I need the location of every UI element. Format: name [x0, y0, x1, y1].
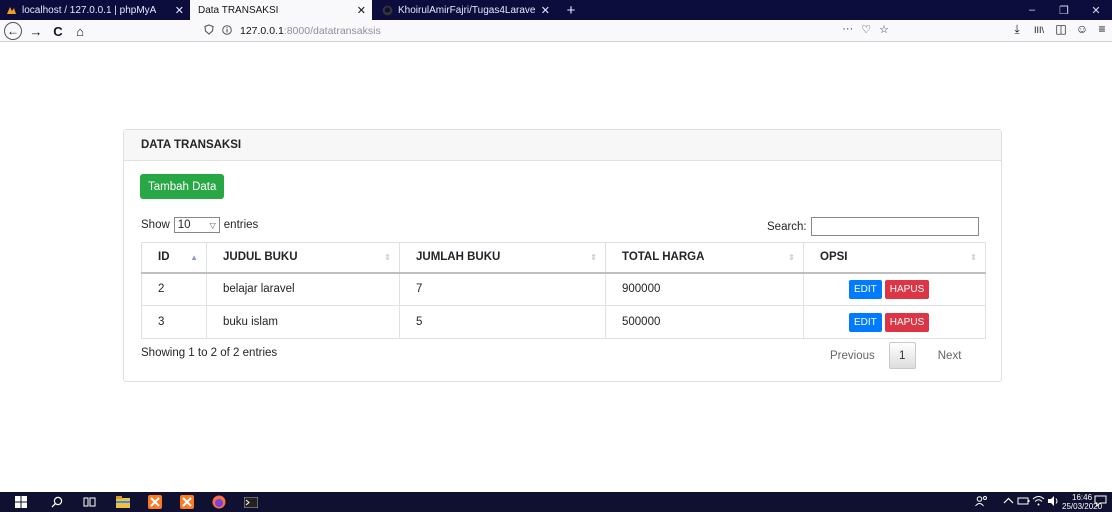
cell-judul-buku: belajar laravel: [206, 272, 400, 306]
library-icon[interactable]: III\: [1031, 25, 1047, 35]
cell-total-harga: 900000: [605, 272, 804, 306]
sidebar-icon[interactable]: ◫: [1053, 22, 1069, 36]
search-label: Search:: [767, 220, 807, 233]
task-view-icon[interactable]: [82, 495, 96, 509]
firefox-icon[interactable]: [212, 495, 226, 509]
cell-id: 3: [141, 305, 207, 339]
github-icon: [382, 5, 393, 16]
new-tab-button[interactable]: +: [560, 0, 582, 20]
previous-page-button[interactable]: Previous: [830, 350, 875, 362]
url-path: :8000/datatransaksis: [283, 25, 381, 37]
tab-data-transaksi[interactable]: Data TRANSAKSI ✕: [190, 0, 372, 20]
edit-button[interactable]: EDIT: [849, 312, 882, 332]
hapus-button[interactable]: HAPUS: [884, 279, 930, 299]
xampp-icon[interactable]: [180, 495, 194, 509]
sort-icon: ⇕: [590, 253, 597, 262]
reload-button[interactable]: C: [48, 22, 68, 40]
cell-total-harga: 500000: [605, 305, 804, 339]
download-icon[interactable]: ⤓: [1009, 22, 1025, 37]
tambah-data-button[interactable]: Tambah Data: [140, 174, 225, 199]
tab-close-icon[interactable]: ✕: [175, 4, 184, 17]
pagination: Previous 1 Next: [830, 342, 961, 369]
cell-opsi: EDIT HAPUS: [803, 272, 986, 306]
file-explorer-icon[interactable]: [116, 495, 130, 509]
entries-select[interactable]: 10 ▽: [173, 217, 220, 233]
cell-opsi: EDIT HAPUS: [803, 305, 986, 339]
transaksi-table: ID ▲ JUDUL BUKU ⇕ JUMLAH BUKU ⇕ TOTAL HA…: [141, 242, 986, 339]
cell-jumlah-buku: 5: [399, 305, 606, 339]
address-bar[interactable]: 127.0.0.1:8000/datatransaksis ··· ♡ ☆: [198, 21, 893, 41]
minimize-button[interactable]: –: [1016, 0, 1048, 20]
table-row: 3 buku islam 5 500000 EDIT HAPUS: [141, 305, 986, 339]
next-page-button[interactable]: Next: [938, 350, 962, 362]
tab-github[interactable]: KhoirulAmirFajri/Tugas4Larave ✕: [376, 0, 556, 20]
sort-icon: ⇕: [384, 253, 391, 262]
restore-button[interactable]: ❐: [1048, 0, 1080, 20]
windows-start-icon[interactable]: [14, 495, 28, 509]
column-header-id[interactable]: ID ▲: [141, 242, 207, 274]
cell-jumlah-buku: 7: [399, 272, 606, 306]
home-button[interactable]: ⌂: [70, 22, 90, 40]
search-input[interactable]: [810, 217, 979, 236]
column-header-jumlah-buku[interactable]: JUMLAH BUKU ⇕: [399, 242, 606, 274]
cell-id: 2: [141, 272, 207, 306]
edit-button[interactable]: EDIT: [849, 279, 882, 299]
cell-judul-buku: buku islam: [206, 305, 400, 339]
page-actions-icon[interactable]: ···: [842, 23, 853, 36]
search-icon[interactable]: [50, 495, 64, 509]
browser-tab-bar: localhost / 127.0.0.1 | phpMyA ✕ Data TR…: [0, 0, 1112, 20]
column-header-total-harga[interactable]: TOTAL HARGA ⇕: [605, 242, 804, 274]
navigation-bar: ← → C ⌂ 127.0.0.1:8000/datatransaksis ··…: [0, 20, 1112, 42]
search-control: Search:: [767, 217, 979, 236]
transaksi-card: DATA TRANSAKSI Tambah Data Show 10 ▽ ent…: [123, 129, 1002, 382]
sort-icon: ⇕: [788, 253, 795, 262]
url-host: 127.0.0.1: [240, 25, 284, 37]
hapus-button[interactable]: HAPUS: [884, 312, 930, 332]
tray-chevron-up-icon[interactable]: [1003, 495, 1014, 510]
xampp-icon[interactable]: [148, 495, 162, 509]
phpmyadmin-icon: [6, 5, 17, 16]
column-header-judul-buku[interactable]: JUDUL BUKU ⇕: [206, 242, 400, 274]
volume-icon[interactable]: [1047, 495, 1060, 510]
sort-asc-icon: ▲: [190, 253, 198, 262]
notification-icon[interactable]: [1094, 495, 1107, 510]
tab-close-icon[interactable]: ✕: [357, 4, 366, 17]
windows-taskbar: 16:46 25/03/2020: [0, 492, 1112, 512]
people-icon[interactable]: [975, 495, 988, 510]
back-button[interactable]: ←: [4, 22, 22, 40]
sort-icon: ⇕: [970, 253, 977, 262]
close-window-button[interactable]: ✕: [1080, 0, 1112, 20]
tracking-shield-icon[interactable]: [204, 24, 218, 38]
terminal-icon[interactable]: [244, 495, 258, 509]
wifi-icon[interactable]: [1032, 495, 1045, 510]
pocket-icon[interactable]: ♡: [861, 23, 871, 36]
page-1-button[interactable]: 1: [888, 342, 916, 369]
forward-button[interactable]: →: [26, 22, 46, 40]
tab-phpmyadmin[interactable]: localhost / 127.0.0.1 | phpMyA ✕: [0, 0, 190, 20]
card-title: DATA TRANSAKSI: [124, 130, 1001, 161]
bookmark-star-icon[interactable]: ☆: [879, 23, 889, 36]
chevron-down-icon: ▽: [209, 220, 216, 230]
site-info-icon[interactable]: [222, 24, 236, 38]
table-row: 2 belajar laravel 7 900000 EDIT HAPUS: [141, 272, 986, 306]
column-header-opsi[interactable]: OPSI ⇕: [803, 242, 986, 274]
menu-icon[interactable]: ≡: [1094, 22, 1110, 36]
account-icon[interactable]: ☺: [1074, 22, 1090, 36]
entries-length-control: Show 10 ▽ entries: [141, 217, 259, 233]
battery-icon: [1017, 495, 1030, 510]
tab-close-icon[interactable]: ✕: [541, 4, 550, 17]
table-info: Showing 1 to 2 of 2 entries: [141, 347, 278, 359]
